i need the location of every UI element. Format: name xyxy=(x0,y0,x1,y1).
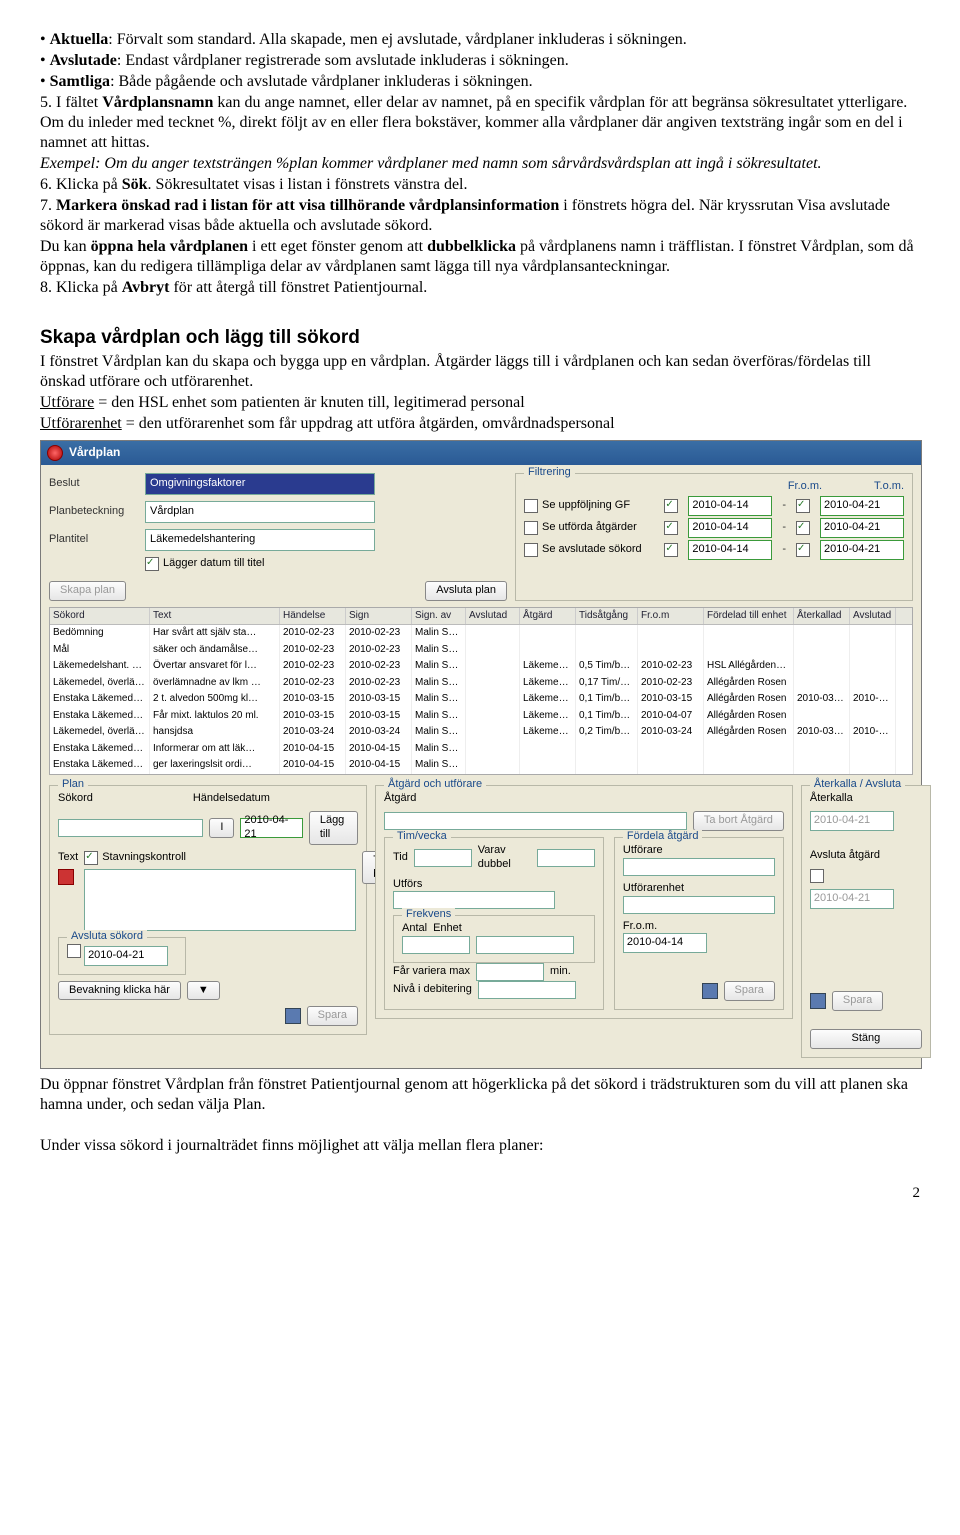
result-table: Sökord Text Händelse Sign Sign. av Avslu… xyxy=(49,607,913,775)
plan-spara-button[interactable]: Spara xyxy=(307,1006,358,1026)
atgard-combo[interactable] xyxy=(384,812,687,830)
term-markera: Markera önskad rad i listan för att visa… xyxy=(56,197,559,214)
lagger-datum-checkbox[interactable]: Lägger datum till titel xyxy=(145,557,265,571)
table-row[interactable]: Läkemedel, överläm…överlämnadne av lkm …… xyxy=(50,675,912,692)
example-text: Exempel: Om du anger textsträngen %plan … xyxy=(40,154,920,174)
skapa-plan-button[interactable]: Skapa plan xyxy=(49,581,126,601)
term-avslutade: Avslutade xyxy=(50,52,117,69)
sokord-field[interactable] xyxy=(58,819,203,837)
term-sok: Sök xyxy=(122,176,148,193)
aterkalla-fieldset: Återkalla / Avsluta Återkalla 2010-04-21… xyxy=(801,785,931,1058)
label-planbeteckning: Planbeteckning xyxy=(49,505,137,519)
tabort-atgard-button[interactable]: Ta bort Åtgärd xyxy=(693,811,784,831)
save-icon xyxy=(702,983,718,999)
section-intro: I fönstret Vårdplan kan du skapa och byg… xyxy=(40,352,920,434)
utfors-combo[interactable] xyxy=(393,891,555,909)
term-vardplansnamn: Vårdplansnamn xyxy=(102,94,213,111)
niva-combo[interactable] xyxy=(478,981,576,999)
page-number: 2 xyxy=(40,1184,920,1203)
window-titlebar: Vårdplan xyxy=(41,441,921,465)
save-icon xyxy=(810,993,826,1009)
section-heading: Skapa vårdplan och lägg till sökord xyxy=(40,326,920,350)
table-row[interactable]: Enstaka Läkemedels…Informerar om att läk… xyxy=(50,741,912,758)
i-button[interactable]: I xyxy=(209,818,234,838)
filter-utforda-checkbox[interactable]: Se utförda åtgärder xyxy=(524,521,637,535)
label-beslut: Beslut xyxy=(49,477,137,491)
table-header: Sökord Text Händelse Sign Sign. av Avslu… xyxy=(50,608,912,626)
checkbox-icon xyxy=(796,521,810,535)
planbeteckning-input[interactable]: Vårdplan xyxy=(145,501,375,523)
table-row[interactable]: Enstaka Läkemedels…Får mixt. laktulos 20… xyxy=(50,708,912,725)
term-samtliga: Samtliga xyxy=(50,73,110,90)
handelsedatum-date[interactable]: 2010-04-21 xyxy=(240,818,302,838)
checkbox-icon xyxy=(796,499,810,513)
table-row[interactable]: Läkemedel, överläm…hansjdsa2010-03-24201… xyxy=(50,724,912,741)
filter-tom-date-1[interactable]: 2010-04-21 xyxy=(820,496,904,516)
filter-from-date-1[interactable]: 2010-04-14 xyxy=(688,496,772,516)
checkbox-icon xyxy=(145,557,159,571)
stang-button[interactable]: Stäng xyxy=(810,1029,922,1049)
plan-fieldset: Plan Sökord Händelsedatum I 2010-04-21 L… xyxy=(49,785,367,1036)
checkbox-icon xyxy=(524,521,538,535)
checkbox-icon xyxy=(664,521,678,535)
utforare-combo[interactable] xyxy=(623,858,775,876)
bevakning-dropdown[interactable]: ▼ xyxy=(187,981,220,1001)
stavning-checkbox[interactable]: Stavningskontroll xyxy=(84,851,356,865)
label-plantitel: Plantitel xyxy=(49,533,137,547)
beslut-combo[interactable]: Omgivningsfaktorer xyxy=(145,473,375,495)
avsluta-atgard-date[interactable]: 2010-04-21 xyxy=(810,889,894,909)
enhet-combo[interactable] xyxy=(476,936,574,954)
window-title: Vårdplan xyxy=(69,445,120,460)
post-screenshot-text: Du öppnar fönstret Vårdplan från fönstre… xyxy=(40,1075,920,1156)
checkbox-icon xyxy=(84,851,98,865)
filtrering-fieldset: Filtrering Fr.o.m. T.o.m. Se uppföljning… xyxy=(515,473,913,601)
table-row[interactable]: BedömningHar svårt att själv sta…2010-02… xyxy=(50,625,912,642)
checkbox-icon xyxy=(810,869,824,883)
utforarenhet-combo[interactable] xyxy=(623,896,775,914)
table-row[interactable]: Enstaka Läkemedels…ger laxeringslsit ord… xyxy=(50,757,912,774)
filter-tom-date-2[interactable]: 2010-04-21 xyxy=(820,518,904,538)
antal-input[interactable] xyxy=(402,936,470,954)
plantitel-input[interactable]: Läkemedelshantering xyxy=(145,529,375,551)
tid-input[interactable] xyxy=(414,849,472,867)
checkbox-icon xyxy=(524,543,538,557)
document-body: • Aktuella: Förvalt som standard. Alla s… xyxy=(40,30,920,298)
filter-from-date-3[interactable]: 2010-04-14 xyxy=(688,540,772,560)
filter-from-date-2[interactable]: 2010-04-14 xyxy=(688,518,772,538)
app-icon xyxy=(47,445,63,461)
avsluta-plan-button[interactable]: Avsluta plan xyxy=(425,581,507,601)
avsluta-sokord-date[interactable]: 2010-04-21 xyxy=(84,946,168,966)
checkbox-icon xyxy=(664,499,678,513)
lagg-till-button[interactable]: Lägg till xyxy=(309,811,358,845)
download-icon[interactable] xyxy=(58,869,74,885)
table-row[interactable]: Läkemedelshant. SskÖvertar ansvaret för … xyxy=(50,658,912,675)
filter-uppfoljning-checkbox[interactable]: Se uppföljning GF xyxy=(524,499,630,513)
table-row[interactable]: Enstaka Läkemedels…2 t. alvedon 500mg kl… xyxy=(50,691,912,708)
fordela-from-date[interactable]: 2010-04-14 xyxy=(623,933,707,953)
term-avbryt: Avbryt xyxy=(122,279,170,296)
save-icon xyxy=(285,1008,301,1024)
checkbox-icon xyxy=(796,543,810,557)
atgard-fieldset: Åtgärd och utförare Åtgärd Ta bort Åtgär… xyxy=(375,785,793,1020)
checkbox-icon xyxy=(67,944,81,958)
atgard-spara-button[interactable]: Spara xyxy=(724,981,775,1001)
term-aktuella: Aktuella xyxy=(50,31,109,48)
table-row[interactable]: Målsäker och ändamålse…2010-02-232010-02… xyxy=(50,642,912,659)
far-variera-input[interactable] xyxy=(476,963,544,981)
atk-spara-button[interactable]: Spara xyxy=(832,991,883,1011)
aterkalla-date[interactable]: 2010-04-21 xyxy=(810,811,894,831)
checkbox-icon xyxy=(664,543,678,557)
vardplan-window: Vårdplan Beslut Omgivningsfaktorer Planb… xyxy=(40,440,922,1069)
checkbox-icon xyxy=(524,499,538,513)
filter-tom-date-3[interactable]: 2010-04-21 xyxy=(820,540,904,560)
text-area[interactable] xyxy=(84,869,356,931)
varav-dubbel-input[interactable] xyxy=(537,849,595,867)
bevakning-button[interactable]: Bevakning klicka här xyxy=(58,981,181,1001)
filter-avslutade-checkbox[interactable]: Se avslutade sökord xyxy=(524,543,642,557)
